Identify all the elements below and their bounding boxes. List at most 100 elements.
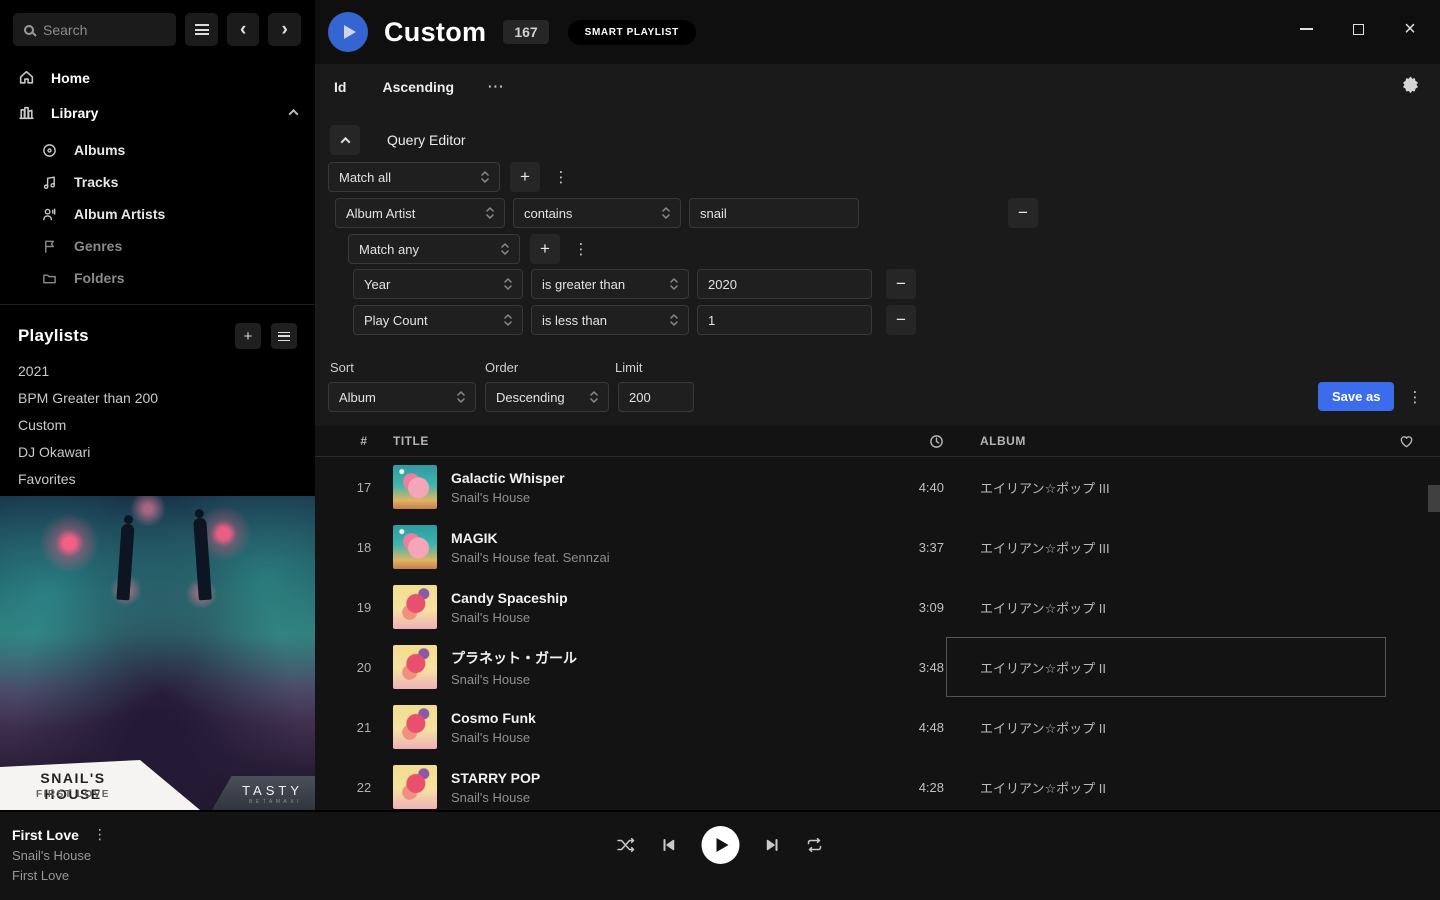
rule-operator-select[interactable]: is less than <box>531 305 689 335</box>
album-art-thumbnail[interactable] <box>393 765 437 809</box>
table-row[interactable]: 17 Galactic Whisper Snail's House 4:40 エ… <box>315 457 1440 517</box>
rule-field-select[interactable]: Album Artist <box>335 198 505 228</box>
now-playing-title[interactable]: First Love <box>12 827 79 843</box>
scrollbar-thumb[interactable] <box>1428 485 1440 512</box>
album-art-thumbnail[interactable] <box>393 525 437 569</box>
table-row[interactable]: 22 STARRY POP Snail's House 4:28 エイリアン☆ポ… <box>315 757 1440 810</box>
play-pause-button[interactable] <box>702 826 740 864</box>
track-title[interactable]: Cosmo Funk <box>451 710 536 726</box>
add-rule-button[interactable]: + <box>510 162 540 192</box>
remove-rule-button[interactable]: − <box>886 269 916 299</box>
track-title[interactable]: MAGIK <box>451 530 610 546</box>
playlist-item[interactable]: Custom <box>0 411 315 438</box>
order-select[interactable]: Descending <box>485 382 609 412</box>
shuffle-button[interactable] <box>617 837 636 853</box>
sidebar-item-genres[interactable]: Genres <box>0 230 315 262</box>
playlist-item[interactable]: BPM Greater than 200 <box>0 384 315 411</box>
rule-operator-select[interactable]: contains <box>513 198 681 228</box>
column-header-title[interactable]: TITLE <box>388 434 860 448</box>
remove-rule-button[interactable]: − <box>886 305 916 335</box>
track-title[interactable]: Galactic Whisper <box>451 470 565 486</box>
column-header-album[interactable]: ALBUM <box>946 434 1386 448</box>
track-album-cell[interactable]: エイリアン☆ポップ II <box>946 697 1386 757</box>
add-playlist-button[interactable]: + <box>235 323 261 349</box>
now-playing-cover-art[interactable]: SNAIL'S HOUSE FIRST LOVE TASTY BETAMAXI <box>0 496 315 810</box>
track-album-cell[interactable]: エイリアン☆ポップ II <box>946 637 1386 697</box>
limit-input[interactable] <box>618 382 694 412</box>
sidebar-item-home[interactable]: Home <box>0 60 315 95</box>
add-rule-button[interactable]: + <box>530 234 560 264</box>
next-button[interactable] <box>765 837 781 853</box>
repeat-button[interactable] <box>806 837 824 853</box>
playlists-title: Playlists <box>18 326 89 346</box>
previous-button[interactable] <box>661 837 677 853</box>
album-art-thumbnail[interactable] <box>393 705 437 749</box>
menu-button[interactable] <box>185 13 218 46</box>
table-row[interactable]: 18 MAGIK Snail's House feat. Sennzai 3:3… <box>315 517 1440 577</box>
sidebar-item-album-artists[interactable]: Album Artists <box>0 198 315 230</box>
sort-field-button[interactable]: Id <box>334 79 346 95</box>
rule-field-select[interactable]: Year <box>353 269 523 299</box>
rule-group-menu-button[interactable]: ⋮ <box>570 234 592 264</box>
rule-value-input[interactable] <box>697 269 872 299</box>
sidebar-item-tracks[interactable]: Tracks <box>0 166 315 198</box>
play-playlist-button[interactable] <box>328 12 368 52</box>
sort-direction-button[interactable]: Ascending <box>382 79 454 95</box>
rule-field-select[interactable]: Play Count <box>353 305 523 335</box>
nav-forward-button[interactable]: › <box>268 13 301 46</box>
track-artist[interactable]: Snail's House feat. Sennzai <box>451 550 610 565</box>
collapse-query-editor-button[interactable] <box>330 125 360 155</box>
table-row[interactable]: 21 Cosmo Funk Snail's House 4:48 エイリアン☆ポ… <box>315 697 1440 757</box>
rule-group-menu-button[interactable]: ⋮ <box>550 162 572 192</box>
track-title[interactable]: STARRY POP <box>451 770 540 786</box>
group-match-type-select[interactable]: Match any <box>348 234 520 264</box>
playlist-item[interactable]: 2021 <box>0 357 315 384</box>
rule-value-input[interactable] <box>689 198 859 228</box>
search-box[interactable] <box>13 13 176 46</box>
track-album-cell[interactable]: エイリアン☆ポップ II <box>946 757 1386 810</box>
remove-rule-button[interactable]: − <box>1008 198 1038 228</box>
now-playing-menu-button[interactable]: ⋮ <box>93 826 107 843</box>
chevron-up-icon[interactable] <box>289 109 299 119</box>
playlist-options-button[interactable] <box>271 323 297 349</box>
track-duration: 4:48 <box>860 720 946 735</box>
track-album-cell[interactable]: エイリアン☆ポップ III <box>946 457 1386 517</box>
track-title[interactable]: Candy Spaceship <box>451 590 568 606</box>
track-artist[interactable]: Snail's House <box>451 672 577 687</box>
album-art-thumbnail[interactable] <box>393 465 437 509</box>
playlist-item[interactable]: Favorites <box>0 465 315 492</box>
album-art-thumbnail[interactable] <box>393 645 437 689</box>
track-album-cell[interactable]: エイリアン☆ポップ II <box>946 577 1386 637</box>
track-artist[interactable]: Snail's House <box>451 790 540 805</box>
sidebar-item-folders[interactable]: Folders <box>0 262 315 294</box>
table-settings-button[interactable] <box>1402 76 1419 98</box>
track-title[interactable]: プラネット・ガール <box>451 648 577 668</box>
save-as-button[interactable]: Save as <box>1318 382 1394 411</box>
track-artist[interactable]: Snail's House <box>451 490 565 505</box>
now-playing-artist[interactable]: Snail's House <box>12 848 107 863</box>
more-options-button[interactable]: ⋯ <box>487 77 505 97</box>
track-artist[interactable]: Snail's House <box>451 610 568 625</box>
track-album-cell[interactable]: エイリアン☆ポップ III <box>946 517 1386 577</box>
window-minimize-button[interactable] <box>1292 15 1320 43</box>
sort-select[interactable]: Album <box>328 382 476 412</box>
window-maximize-button[interactable] <box>1344 15 1372 43</box>
column-header-favorite[interactable] <box>1386 434 1426 449</box>
playlist-item[interactable]: DJ Okawari <box>0 438 315 465</box>
nav-back-button[interactable]: ‹ <box>227 13 260 46</box>
album-art-thumbnail[interactable] <box>393 585 437 629</box>
match-type-select[interactable]: Match all <box>328 162 500 192</box>
search-input[interactable] <box>43 22 153 38</box>
track-artist[interactable]: Snail's House <box>451 730 536 745</box>
rule-operator-select[interactable]: is greater than <box>531 269 689 299</box>
column-header-duration[interactable] <box>860 434 946 449</box>
sidebar-item-library[interactable]: Library <box>0 95 315 130</box>
query-menu-button[interactable]: ⋮ <box>1404 382 1426 412</box>
rule-value-input[interactable] <box>697 305 872 335</box>
now-playing-album[interactable]: First Love <box>12 868 107 883</box>
table-row[interactable]: 20 プラネット・ガール Snail's House 3:48 エイリアン☆ポッ… <box>315 637 1440 697</box>
column-header-index[interactable]: # <box>340 434 388 448</box>
table-row[interactable]: 19 Candy Spaceship Snail's House 3:09 エイ… <box>315 577 1440 637</box>
sidebar-item-albums[interactable]: Albums <box>0 134 315 166</box>
window-close-button[interactable]: × <box>1396 15 1424 43</box>
